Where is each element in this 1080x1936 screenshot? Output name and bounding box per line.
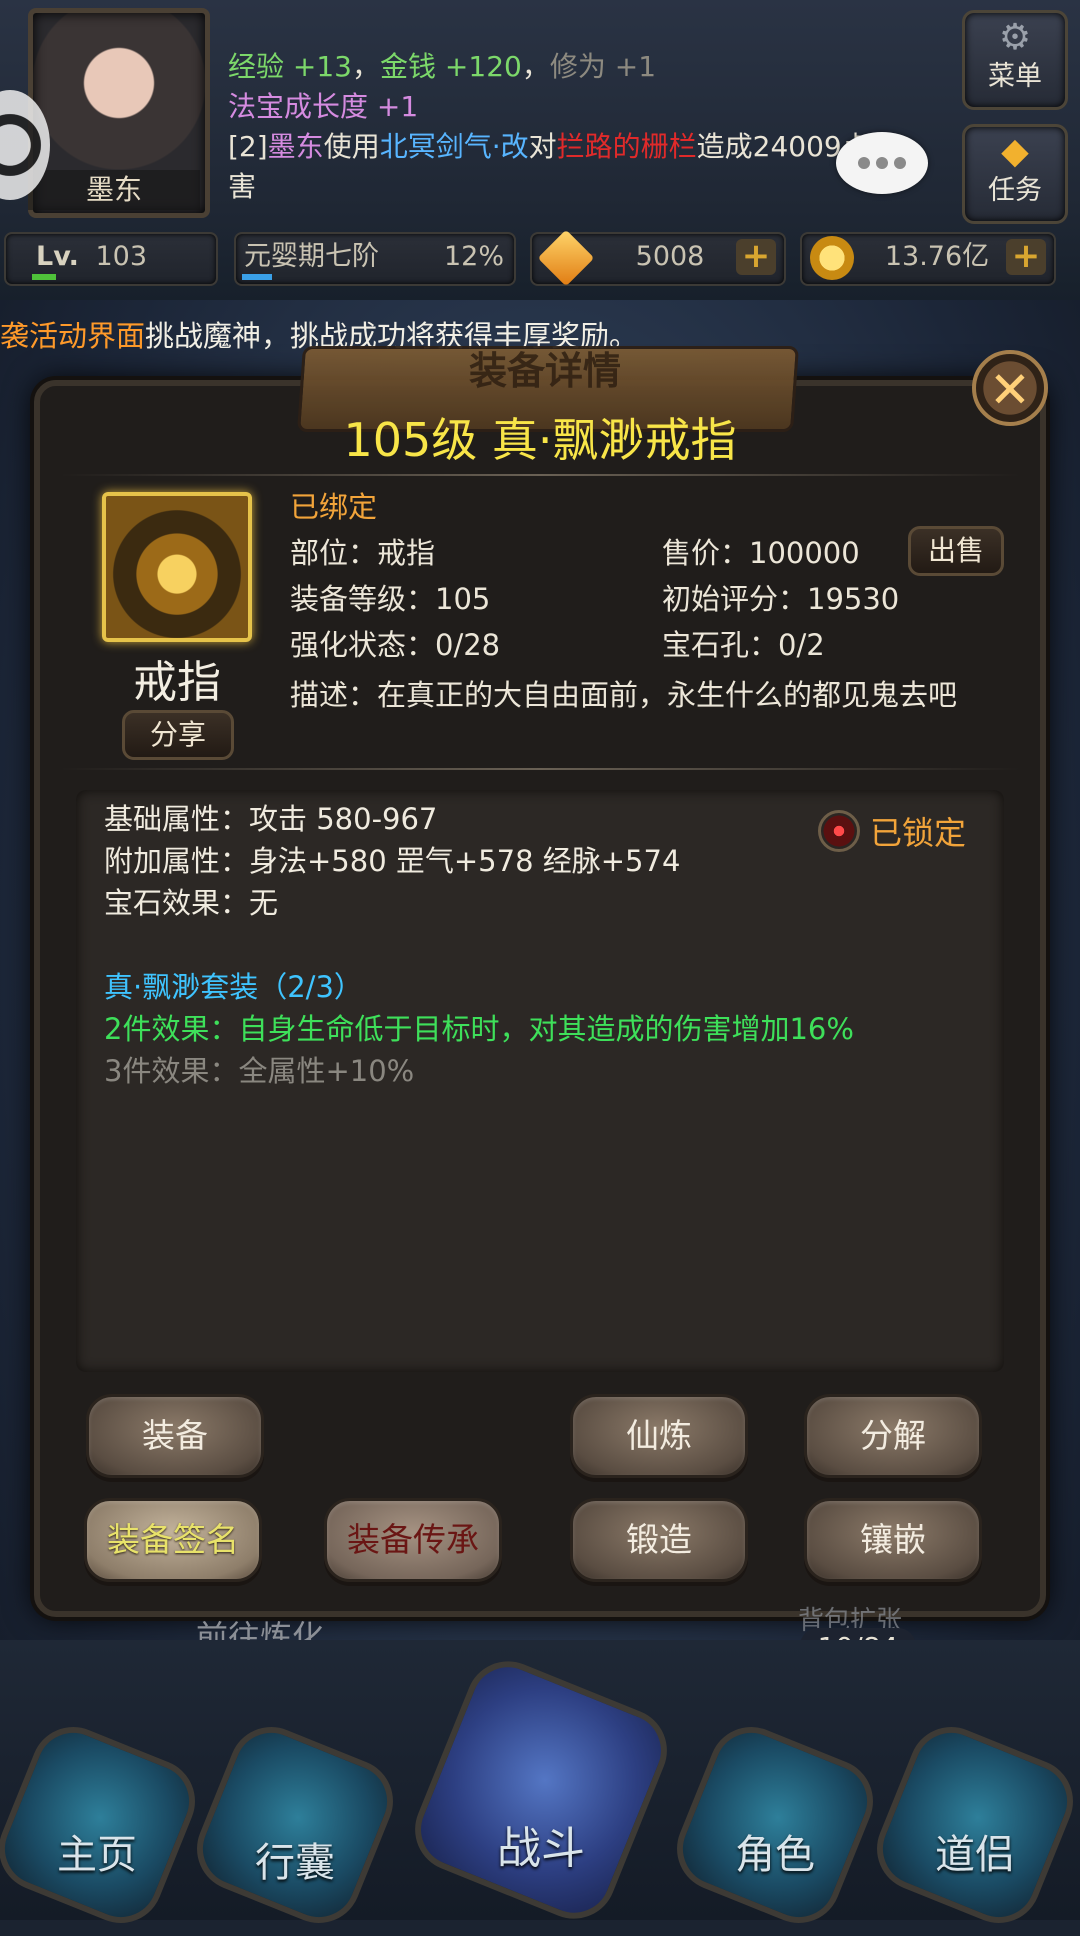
lock-toggle-icon[interactable] bbox=[818, 810, 860, 852]
enhance-status-info: 强化状态：0/28 bbox=[290, 628, 501, 662]
menu-label: 菜单 bbox=[988, 61, 1042, 92]
set-title: 真·飘渺套装（2/3） bbox=[104, 970, 363, 1004]
log-money: 金钱 +120 bbox=[380, 50, 522, 83]
task-diamond-icon: ◆ bbox=[1001, 131, 1029, 172]
locked-status[interactable]: 已锁定 bbox=[870, 808, 966, 854]
player-name: 墨东 bbox=[28, 170, 200, 210]
equip-button[interactable]: 装备 bbox=[86, 1394, 264, 1478]
diamond-icon bbox=[537, 229, 595, 287]
realm-progress-fill bbox=[242, 274, 272, 280]
set-effect-3: 3件效果：全属性+10% bbox=[104, 1054, 415, 1088]
forge-button[interactable]: 锻造 bbox=[570, 1498, 748, 1582]
ring-item-icon[interactable] bbox=[102, 492, 252, 642]
price-info: 售价：100000 bbox=[662, 536, 860, 570]
nav-home-label[interactable]: 主页 bbox=[12, 1822, 182, 1880]
gold-bar: 13.76亿 + bbox=[800, 232, 1056, 286]
equip-level-info: 装备等级：105 bbox=[290, 582, 491, 616]
player-level: 103 bbox=[95, 241, 148, 272]
signature-label: 装备签名 bbox=[107, 1520, 239, 1559]
gold-coin-icon bbox=[810, 236, 854, 280]
gear-icon: ⚙ bbox=[998, 17, 1032, 58]
inlay-button[interactable]: 镶嵌 bbox=[804, 1498, 982, 1582]
immortal-refine-button[interactable]: 仙炼 bbox=[570, 1394, 748, 1478]
gem-slots-info: 宝石孔：0/2 bbox=[662, 628, 825, 662]
combat-log-line-4: 害 bbox=[228, 170, 257, 203]
realm-progress: 12% bbox=[443, 241, 504, 272]
level-prefix: Lv. bbox=[36, 241, 79, 272]
initial-score-info: 初始评分：19530 bbox=[662, 582, 900, 616]
diamond-bar: 5008 + bbox=[530, 229, 786, 287]
gold-count: 13.76亿 bbox=[884, 241, 990, 272]
signature-button[interactable]: 装备签名 bbox=[84, 1498, 262, 1582]
realm-bar: 元婴期七阶 12% bbox=[234, 232, 516, 286]
log-sep: ， bbox=[352, 50, 381, 83]
level-exp-fill bbox=[32, 274, 56, 280]
task-button[interactable]: ◆ 任务 bbox=[962, 124, 1068, 224]
nav-role-label[interactable]: 角色 bbox=[690, 1822, 860, 1880]
realm-name: 元婴期七阶 bbox=[244, 241, 379, 272]
log-seg: 对 bbox=[528, 130, 557, 163]
log-sep: ， bbox=[521, 50, 550, 83]
add-gold-button[interactable]: + bbox=[1006, 239, 1046, 275]
gem-effect: 宝石效果：无 bbox=[104, 886, 279, 920]
level-bar: Lv. 103 bbox=[4, 232, 218, 286]
decompose-button[interactable]: 分解 bbox=[804, 1394, 982, 1478]
inherit-button[interactable]: 装备传承 bbox=[324, 1498, 502, 1582]
set-effect-2: 2件效果：自身生命低于目标时，对其造成的伤害增加16% bbox=[104, 1012, 854, 1046]
log-exp: 经验 +13 bbox=[228, 50, 352, 83]
diamond-count: 5008 bbox=[635, 241, 705, 272]
log-target: 拦路的栅栏 bbox=[556, 130, 697, 163]
extra-attribute: 附加属性：身法+580 罡气+578 经脉+574 bbox=[104, 844, 681, 878]
combat-log-line-3: [2]墨东使用北冥剑气·改对拦路的栅栏造成24009点伤 bbox=[228, 128, 928, 166]
task-label: 任务 bbox=[988, 175, 1042, 206]
title-divider bbox=[60, 474, 1020, 476]
item-type-label: 戒指 bbox=[133, 657, 221, 708]
nav-companion-label[interactable]: 道侣 bbox=[890, 1822, 1060, 1880]
log-skill: 北冥剑气·改 bbox=[379, 130, 529, 163]
log-seg: 墨东 bbox=[267, 130, 324, 163]
log-seg: 使用 bbox=[323, 130, 380, 163]
menu-button[interactable]: ⚙ 菜单 bbox=[962, 10, 1068, 110]
bound-status: 已绑定 bbox=[290, 490, 378, 524]
item-description: 描述：在真正的大自由面前，永生什么的都见鬼去吧 bbox=[290, 678, 958, 712]
dialog-header: 装备详情 bbox=[468, 349, 621, 393]
share-button[interactable]: 分享 bbox=[122, 710, 234, 760]
item-title: 105级 真·飘渺戒指 bbox=[343, 413, 737, 467]
base-attribute: 基础属性：攻击 580-967 bbox=[104, 802, 438, 836]
chat-bubble-icon[interactable] bbox=[836, 132, 928, 194]
slot-info: 部位：戒指 bbox=[290, 536, 436, 570]
sell-button[interactable]: 出售 bbox=[908, 526, 1004, 576]
log-seg: [2] bbox=[228, 130, 268, 163]
log-cultivation: 修为 +1 bbox=[549, 50, 657, 83]
add-diamond-button[interactable]: + bbox=[736, 239, 776, 275]
nav-battle-label[interactable]: 战斗 bbox=[436, 1812, 646, 1876]
info-divider bbox=[60, 768, 1020, 770]
announcement-link[interactable]: 袭活动界面 bbox=[0, 319, 145, 353]
combat-log-line-2: 法宝成长度 +1 bbox=[228, 90, 419, 123]
nav-bag-label[interactable]: 行囊 bbox=[210, 1830, 380, 1888]
combat-log-line-1: 经验 +13，金钱 +120，修为 +1 bbox=[228, 48, 656, 86]
